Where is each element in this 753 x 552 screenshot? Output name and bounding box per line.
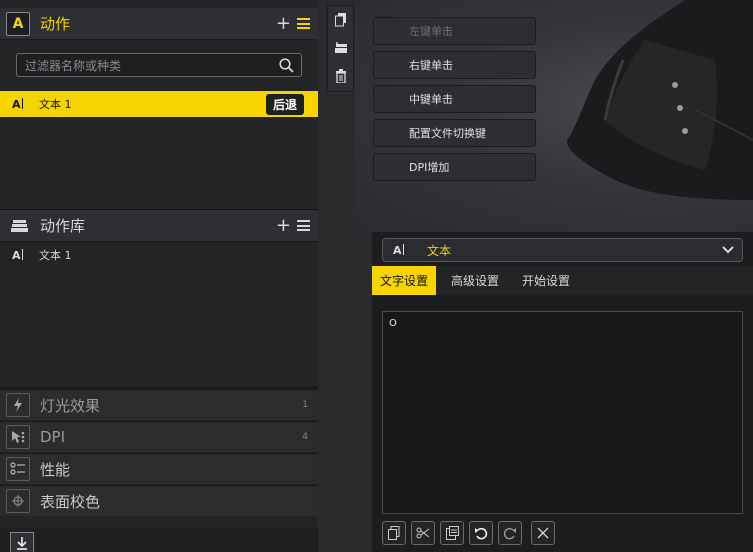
library-title: 动作库 [40, 217, 86, 235]
actions-panel-icon: A [6, 11, 30, 36]
search-input[interactable]: 过滤器名称或种类 [16, 53, 302, 77]
lightning-icon [6, 393, 30, 417]
clear-icon[interactable] [531, 521, 555, 545]
actions-title: 动作 [40, 15, 71, 33]
copy-icon[interactable] [334, 12, 348, 28]
search-placeholder: 过滤器名称或种类 [25, 58, 122, 73]
trash-icon[interactable] [334, 68, 348, 84]
editor-toolbar [382, 521, 555, 545]
tab-advanced-settings[interactable]: 高级设置 [443, 266, 507, 295]
chevron-down-icon [722, 246, 734, 254]
paste-icon[interactable] [440, 521, 464, 545]
action-item[interactable]: A 文本 1 后退 [0, 91, 318, 117]
category-lighting[interactable]: 灯光效果 1 [0, 389, 318, 420]
library-menu-icon[interactable] [297, 220, 310, 231]
category-count: 4 [302, 432, 308, 442]
actions-menu-icon[interactable] [297, 18, 310, 29]
tool-strip [327, 5, 354, 92]
assign-profile-switch[interactable]: 配置文件切换键 [373, 119, 536, 147]
action-type-select[interactable]: A 文本 [382, 238, 743, 262]
category-label: 表面校色 [40, 492, 101, 511]
copy-icon[interactable] [382, 521, 406, 545]
text-action-icon: A [12, 97, 23, 111]
tab-text-settings[interactable]: 文字设置 [372, 266, 437, 295]
text-action-icon: A [12, 248, 23, 262]
back-button[interactable]: 后退 [265, 93, 304, 115]
category-count: 1 [302, 400, 308, 410]
bottom-bar [0, 527, 318, 552]
redo-icon[interactable] [498, 521, 522, 545]
undo-icon[interactable] [469, 521, 493, 545]
text-action-editor: A 文本 文字设置 高级设置 开始设置 O [372, 232, 753, 552]
actions-header: A 动作 + [0, 8, 318, 40]
assign-dpi-up[interactable]: DPI增加 [373, 153, 536, 181]
panel-divider [0, 387, 318, 388]
assign-middle-click[interactable]: 中键单击 [373, 85, 536, 113]
category-dpi[interactable]: DPI 4 [0, 421, 318, 452]
library-item-label: 文本 1 [39, 249, 72, 262]
library-icon [11, 219, 28, 232]
action-type-label: 文本 [427, 243, 452, 258]
assign-left-click[interactable]: 左键单击 [373, 17, 536, 45]
category-label: 灯光效果 [40, 396, 101, 415]
actions-icon-letter: A [12, 15, 24, 32]
tab-start-settings[interactable]: 开始设置 [514, 266, 578, 295]
assign-right-click[interactable]: 右键单击 [373, 51, 536, 79]
download-icon[interactable] [10, 532, 34, 552]
search-icon[interactable] [279, 57, 294, 73]
category-label: DPI [40, 428, 66, 446]
add-library-button[interactable]: + [276, 216, 291, 235]
category-surface-calibration[interactable]: 表面校色 [0, 485, 318, 516]
cut-icon[interactable] [411, 521, 435, 545]
mouse-image [566, 0, 753, 200]
crosshair-icon [6, 489, 30, 513]
add-action-button[interactable]: + [276, 14, 291, 33]
library-item[interactable]: A 文本 1 [0, 242, 318, 268]
category-performance[interactable]: 性能 [0, 453, 318, 484]
action-item-label: 文本 1 [39, 98, 72, 111]
editor-tabs: 文字设置 高级设置 开始设置 [372, 266, 753, 295]
dpi-pointer-icon [6, 425, 30, 449]
add-to-library-icon[interactable] [334, 40, 348, 56]
library-header: 动作库 + [0, 210, 318, 242]
left-panel: A 动作 + 过滤器名称或种类 A 文本 1 后退 动作库 + A 文本 1 灯… [0, 0, 318, 552]
performance-sliders-icon [6, 457, 30, 481]
category-label: 性能 [40, 460, 71, 479]
text-input-area[interactable]: O [382, 311, 743, 514]
text-action-icon: A [393, 243, 404, 257]
